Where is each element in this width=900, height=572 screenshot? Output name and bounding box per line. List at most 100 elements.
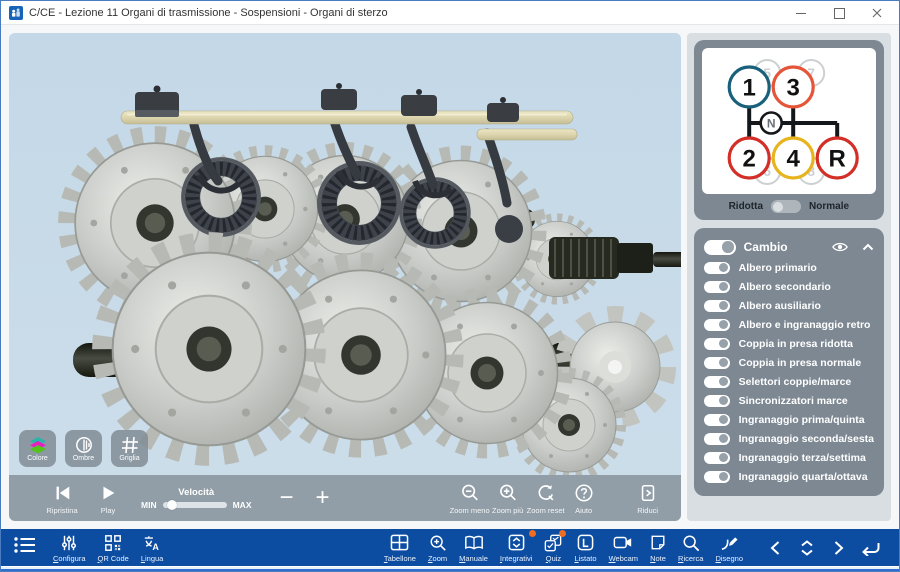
ridotta-label: Ridotta xyxy=(729,201,763,212)
layer-row-ingranaggio-quarta-ottava: Ingranaggio quarta/ottava xyxy=(704,468,874,487)
velocita-label: Velocità xyxy=(178,487,214,498)
cambio-toggle[interactable] xyxy=(704,240,736,255)
layer-toggle[interactable] xyxy=(704,471,730,483)
svg-text:4: 4 xyxy=(786,146,800,173)
layer-toggle[interactable] xyxy=(704,452,730,464)
ripristina-button[interactable]: Ripristina xyxy=(39,481,85,515)
colore-label: Colore xyxy=(27,455,48,462)
layer-toggle[interactable] xyxy=(704,395,730,407)
play-icon xyxy=(98,481,118,505)
nav-previous-button[interactable] xyxy=(759,540,791,556)
velocity-control: Velocità MIN MAX xyxy=(141,487,251,510)
ombre-label: Ombre xyxy=(73,455,94,462)
nav-updown-button[interactable] xyxy=(791,539,823,557)
layer-toggle[interactable] xyxy=(704,338,730,350)
decrease-button[interactable]: − xyxy=(279,488,293,508)
slider-knob[interactable] xyxy=(167,500,177,510)
disegno-button[interactable]: Disegno xyxy=(715,533,743,563)
layer-toggle[interactable] xyxy=(704,357,730,369)
aiuto-button[interactable]: Aiuto xyxy=(565,481,603,515)
titlebar: C/CE - Lezione 11 Organi di trasmissione… xyxy=(1,1,899,25)
layer-row-albero-primario: Albero primario xyxy=(704,259,874,278)
zoom-in-icon xyxy=(429,533,447,553)
listato-button[interactable]: Listato xyxy=(574,533,596,563)
open-book-icon xyxy=(464,533,484,553)
minimize-button[interactable] xyxy=(795,7,807,19)
layer-row-albero-secondario: Albero secondario xyxy=(704,278,874,297)
layers-card: Cambio Albero primario Albero secondario xyxy=(694,228,884,496)
cambio-label: Cambio xyxy=(744,240,788,254)
layer-row-selettori-coppie-marce: Selettori coppie/marce xyxy=(704,373,874,392)
manuale-button[interactable]: Manuale xyxy=(459,533,488,563)
ombre-button[interactable]: Ombre xyxy=(65,430,102,467)
app-window: C/CE - Lezione 11 Organi di trasmissione… xyxy=(0,0,900,572)
zoom-reset-label: Zoom reset xyxy=(527,506,565,515)
ridotta-normale-toggle[interactable] xyxy=(771,200,801,213)
play-button[interactable]: Play xyxy=(85,481,131,515)
bottom-toolbar: Configura QR Code A Lingua Tabellone xyxy=(1,529,899,566)
layer-row-albero-ingranaggio-retro: Albero e ingranaggio retro xyxy=(704,316,874,335)
integrativi-button[interactable]: Integrativi xyxy=(500,533,533,563)
griglia-label: Griglia xyxy=(119,455,139,462)
window-bottom-edge xyxy=(1,566,899,571)
zoom-in-button[interactable]: Zoom più xyxy=(489,481,527,515)
griglia-button[interactable]: Griglia xyxy=(111,430,148,467)
layer-row-ingranaggio-terza-settima: Ingranaggio terza/settima xyxy=(704,449,874,468)
lingua-button[interactable]: A Lingua xyxy=(141,533,164,563)
layer-row-coppia-presa-normale: Coppia in presa normale xyxy=(704,354,874,373)
pen-draw-icon xyxy=(720,533,739,553)
qr-code-icon xyxy=(104,533,122,553)
close-button[interactable] xyxy=(871,7,883,19)
exit-door-icon xyxy=(638,481,658,505)
svg-text:2: 2 xyxy=(742,146,755,173)
layer-toggle[interactable] xyxy=(704,319,730,331)
riduci-button[interactable]: Riduci xyxy=(629,481,667,515)
layer-toggle[interactable] xyxy=(704,262,730,274)
notification-badge xyxy=(559,530,566,537)
zoom-reset-button[interactable]: Zoom reset xyxy=(527,481,565,515)
layer-row-ingranaggio-prima-quinta: Ingranaggio prima/quinta xyxy=(704,411,874,430)
3d-viewport[interactable]: Colore Ombre Griglia xyxy=(9,33,681,475)
layer-toggle[interactable] xyxy=(704,433,730,445)
layer-toggle[interactable] xyxy=(704,376,730,388)
zoom-piu-label: Zoom più xyxy=(492,506,523,515)
quiz-button[interactable]: Quiz xyxy=(544,533,562,563)
increase-button[interactable]: + xyxy=(316,488,330,508)
riduci-label: Riduci xyxy=(637,506,658,515)
velocity-slider[interactable] xyxy=(163,502,227,508)
video-camera-icon xyxy=(613,533,633,553)
tabellone-button[interactable]: Tabellone xyxy=(384,533,416,563)
letter-l-icon xyxy=(577,533,594,553)
layer-row-ingranaggio-seconda-sesta: Ingranaggio seconda/sesta xyxy=(704,430,874,449)
playback-controlbar: Ripristina Play Velocità MIN MAX xyxy=(9,475,681,521)
zoom-button[interactable]: Zoom xyxy=(428,533,447,563)
qr-code-button[interactable]: QR Code xyxy=(98,533,129,563)
visibility-eye-icon[interactable] xyxy=(832,241,848,253)
shadow-sphere-icon xyxy=(75,435,93,455)
bulleted-list-icon xyxy=(13,535,37,560)
configura-button[interactable]: Configura xyxy=(53,533,86,563)
ricerca-button[interactable]: Ricerca xyxy=(678,533,703,563)
gearbox-3d-model xyxy=(9,33,681,475)
zoom-out-button[interactable]: Zoom meno xyxy=(451,481,489,515)
shift-pattern-diagram[interactable]: 5 7 6 8 1 3 xyxy=(702,48,876,194)
nav-return-button[interactable] xyxy=(855,540,887,556)
webcam-button[interactable]: Webcam xyxy=(609,533,638,563)
nav-next-button[interactable] xyxy=(823,540,855,556)
expand-chevrons-icon xyxy=(508,533,525,553)
collapse-chevron-icon[interactable] xyxy=(862,243,874,251)
colore-button[interactable]: Colore xyxy=(19,430,56,467)
layer-row-sincronizzatori-marce: Sincronizzatori marce xyxy=(704,392,874,411)
maximize-button[interactable] xyxy=(833,7,845,19)
note-button[interactable]: Note xyxy=(650,533,666,563)
max-label: MAX xyxy=(233,500,252,510)
layer-toggle[interactable] xyxy=(704,281,730,293)
layer-toggle[interactable] xyxy=(704,300,730,312)
layer-row-albero-ausiliario: Albero ausiliario xyxy=(704,297,874,316)
menu-button[interactable] xyxy=(13,535,37,560)
help-icon xyxy=(574,481,594,505)
layer-toggle[interactable] xyxy=(704,414,730,426)
min-label: MIN xyxy=(141,500,157,510)
note-page-icon xyxy=(650,533,666,553)
skip-start-icon xyxy=(52,481,72,505)
